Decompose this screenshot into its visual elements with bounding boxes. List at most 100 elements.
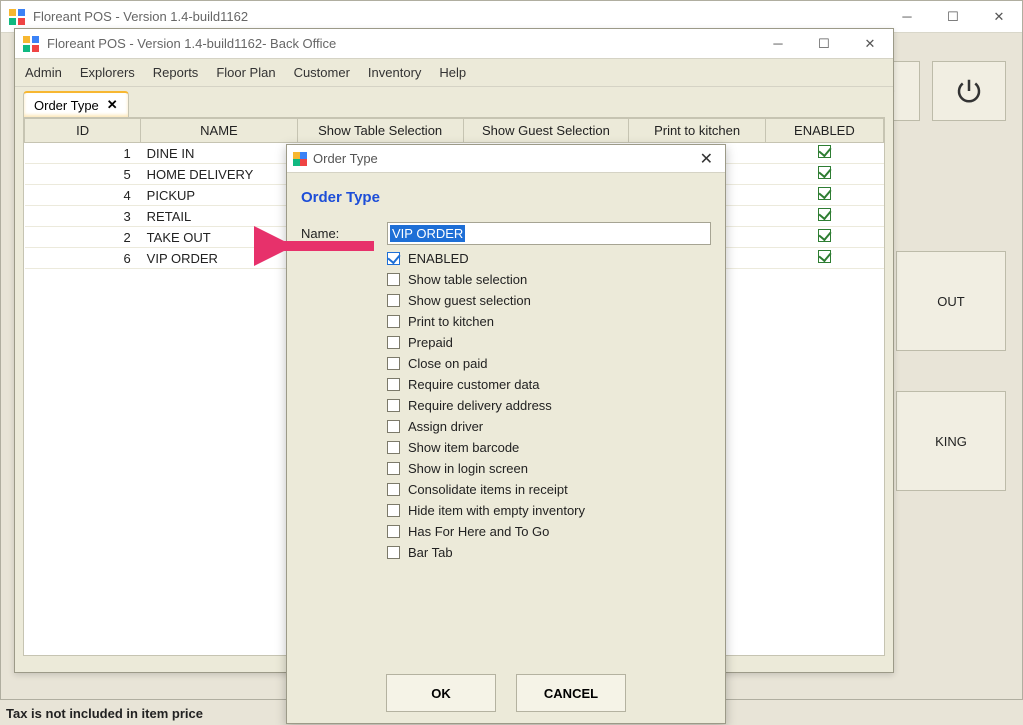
checkbox-icon bbox=[387, 441, 400, 454]
side-king-button[interactable]: KING bbox=[896, 391, 1006, 491]
cancel-button[interactable]: CANCEL bbox=[516, 674, 626, 712]
checkbox-icon bbox=[387, 525, 400, 538]
menubar: Admin Explorers Reports Floor Plan Customer I… bbox=[15, 59, 893, 87]
option-enabled[interactable]: ENABLED bbox=[387, 251, 711, 266]
enabled-checkbox-icon bbox=[818, 187, 831, 200]
option-require-customer-data[interactable]: Require customer data bbox=[387, 377, 711, 392]
option-require-delivery-address[interactable]: Require delivery address bbox=[387, 398, 711, 413]
app-icon bbox=[293, 152, 307, 166]
checkbox-icon bbox=[387, 357, 400, 370]
cell-id: 3 bbox=[25, 206, 141, 227]
option-label: Prepaid bbox=[408, 335, 453, 350]
option-label: Hide item with empty inventory bbox=[408, 503, 585, 518]
side-buttons: OUT KING bbox=[896, 251, 1006, 531]
checkbox-icon bbox=[387, 483, 400, 496]
option-label: Show guest selection bbox=[408, 293, 531, 308]
option-label: Require delivery address bbox=[408, 398, 552, 413]
main-window-title: Floreant POS - Version 1.4-build1162 bbox=[33, 9, 884, 24]
menu-reports[interactable]: Reports bbox=[153, 65, 199, 80]
option-hide-item-with-empty-inventory[interactable]: Hide item with empty inventory bbox=[387, 503, 711, 518]
option-close-on-paid[interactable]: Close on paid bbox=[387, 356, 711, 371]
menu-inventory[interactable]: Inventory bbox=[368, 65, 421, 80]
column-header[interactable]: ENABLED bbox=[765, 119, 883, 143]
option-show-item-barcode[interactable]: Show item barcode bbox=[387, 440, 711, 455]
dialog-heading: Order Type bbox=[287, 173, 725, 212]
option-label: Assign driver bbox=[408, 419, 483, 434]
main-window-controls: ─ ☐ ✕ bbox=[884, 1, 1022, 32]
option-show-guest-selection[interactable]: Show guest selection bbox=[387, 293, 711, 308]
cell-id: 1 bbox=[25, 143, 141, 164]
option-print-to-kitchen[interactable]: Print to kitchen bbox=[387, 314, 711, 329]
cell-name: TAKE OUT bbox=[141, 227, 298, 248]
menu-admin[interactable]: Admin bbox=[25, 65, 62, 80]
side-out-button[interactable]: OUT bbox=[896, 251, 1006, 351]
back-office-window-controls: ─ ☐ ✕ bbox=[755, 29, 893, 58]
cell-name: HOME DELIVERY bbox=[141, 164, 298, 185]
cancel-label: CANCEL bbox=[544, 686, 598, 701]
option-label: Bar Tab bbox=[408, 545, 453, 560]
option-show-table-selection[interactable]: Show table selection bbox=[387, 272, 711, 287]
maximize-button[interactable]: ☐ bbox=[930, 1, 976, 32]
column-header[interactable]: Show Table Selection bbox=[297, 119, 463, 143]
option-bar-tab[interactable]: Bar Tab bbox=[387, 545, 711, 560]
cell-enabled bbox=[765, 248, 883, 269]
option-label: Print to kitchen bbox=[408, 314, 494, 329]
cell-name: PICKUP bbox=[141, 185, 298, 206]
name-label: Name: bbox=[301, 226, 387, 241]
power-icon bbox=[954, 76, 984, 106]
checkbox-icon bbox=[387, 315, 400, 328]
cell-enabled bbox=[765, 143, 883, 164]
enabled-checkbox-icon bbox=[818, 208, 831, 221]
enabled-checkbox-icon bbox=[818, 250, 831, 263]
checkbox-icon bbox=[387, 504, 400, 517]
order-type-dialog: Order Type ✕ Order Type Name: VIP ORDER … bbox=[286, 144, 726, 724]
side-out-label: OUT bbox=[937, 294, 964, 309]
checkbox-icon bbox=[387, 294, 400, 307]
option-consolidate-items-in-receipt[interactable]: Consolidate items in receipt bbox=[387, 482, 711, 497]
side-king-label: KING bbox=[935, 434, 967, 449]
maximize-button[interactable]: ☐ bbox=[801, 29, 847, 58]
ok-label: OK bbox=[431, 686, 451, 701]
menu-help[interactable]: Help bbox=[439, 65, 466, 80]
close-button[interactable]: ✕ bbox=[976, 1, 1022, 32]
option-label: Require customer data bbox=[408, 377, 540, 392]
option-prepaid[interactable]: Prepaid bbox=[387, 335, 711, 350]
menu-floor-plan[interactable]: Floor Plan bbox=[216, 65, 275, 80]
checkbox-icon bbox=[387, 399, 400, 412]
menu-explorers[interactable]: Explorers bbox=[80, 65, 135, 80]
checkbox-icon bbox=[387, 252, 400, 265]
column-header[interactable]: NAME bbox=[141, 119, 298, 143]
enabled-checkbox-icon bbox=[818, 145, 831, 158]
cell-id: 2 bbox=[25, 227, 141, 248]
ok-button[interactable]: OK bbox=[386, 674, 496, 712]
app-icon bbox=[9, 9, 25, 25]
menu-customer[interactable]: Customer bbox=[294, 65, 350, 80]
option-label: Has For Here and To Go bbox=[408, 524, 549, 539]
option-assign-driver[interactable]: Assign driver bbox=[387, 419, 711, 434]
name-field-value: VIP ORDER bbox=[390, 225, 465, 242]
option-has-for-here-and-to-go[interactable]: Has For Here and To Go bbox=[387, 524, 711, 539]
tab-close-icon[interactable]: ✕ bbox=[107, 97, 118, 113]
checkbox-icon bbox=[387, 378, 400, 391]
name-field-wrap[interactable]: VIP ORDER bbox=[387, 222, 711, 245]
column-header[interactable]: ID bbox=[25, 119, 141, 143]
cell-enabled bbox=[765, 164, 883, 185]
dialog-close-button[interactable]: ✕ bbox=[694, 149, 719, 169]
cell-id: 4 bbox=[25, 185, 141, 206]
cell-name: RETAIL bbox=[141, 206, 298, 227]
cell-enabled bbox=[765, 185, 883, 206]
app-icon bbox=[23, 36, 39, 52]
power-button[interactable] bbox=[932, 61, 1006, 121]
cell-id: 6 bbox=[25, 248, 141, 269]
column-header[interactable]: Show Guest Selection bbox=[463, 119, 629, 143]
option-label: Consolidate items in receipt bbox=[408, 482, 568, 497]
column-header[interactable]: Print to kitchen bbox=[629, 119, 766, 143]
checkbox-icon bbox=[387, 336, 400, 349]
back-office-titlebar: Floreant POS - Version 1.4-build1162- Ba… bbox=[15, 29, 893, 59]
checkbox-icon bbox=[387, 273, 400, 286]
close-button[interactable]: ✕ bbox=[847, 29, 893, 58]
dialog-titlebar: Order Type ✕ bbox=[287, 145, 725, 173]
minimize-button[interactable]: ─ bbox=[755, 29, 801, 58]
option-show-in-login-screen[interactable]: Show in login screen bbox=[387, 461, 711, 476]
tab-order-type[interactable]: Order Type ✕ bbox=[23, 91, 129, 117]
